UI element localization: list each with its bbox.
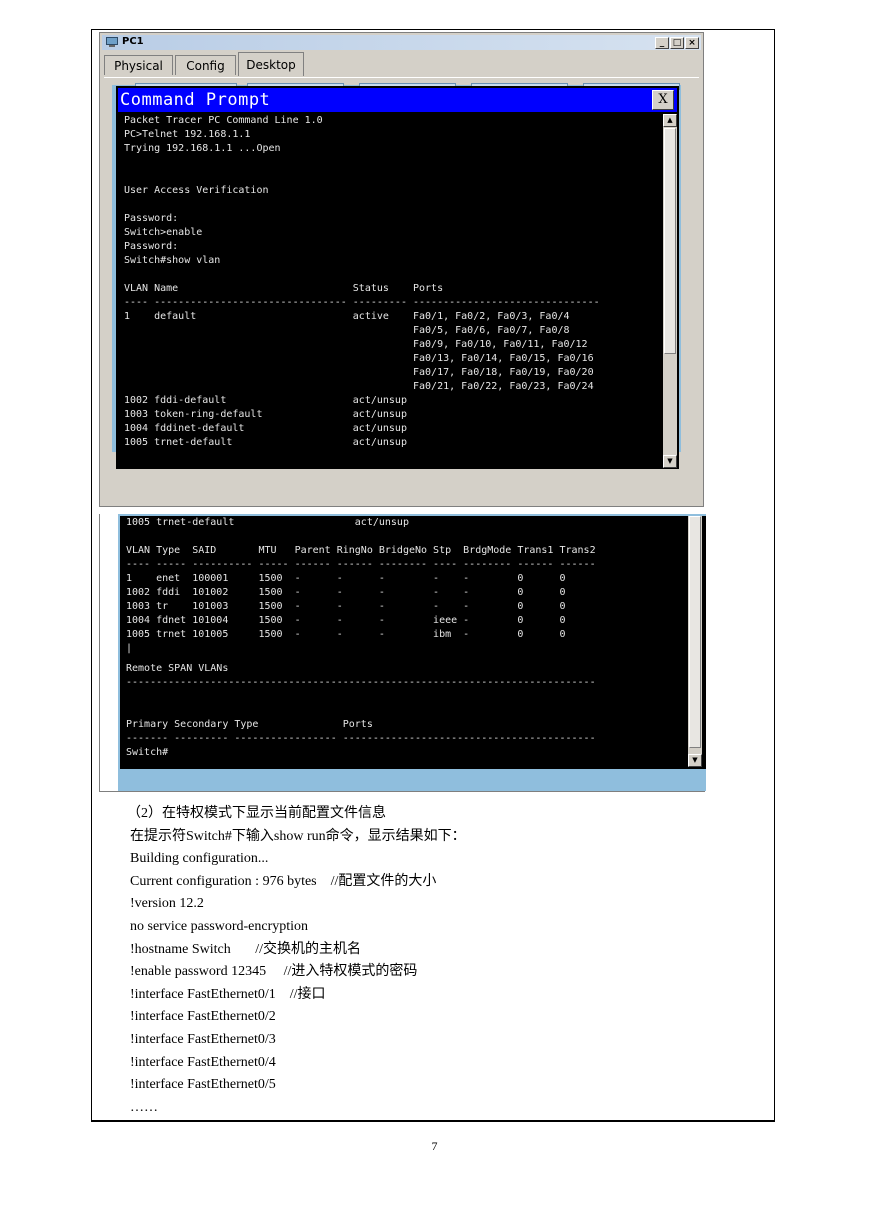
tab-physical[interactable]: Physical xyxy=(104,55,173,75)
document-line: Building configuration... xyxy=(130,851,269,867)
terminal-scrollbar[interactable]: ▲ ▼ xyxy=(663,114,677,468)
terminal-screenshot-2: 1005 trnet-default act/unsup VLAN Type S… xyxy=(99,514,706,792)
document-line: !enable password 12345 //进入特权模式的密码 xyxy=(130,964,418,980)
terminal-line: 1 default active Fa0/1, Fa0/2, Fa0/3, Fa… xyxy=(124,311,570,322)
scroll-thumb[interactable] xyxy=(689,516,701,748)
terminal-line: VLAN Name Status Ports xyxy=(124,283,444,294)
document-line: 在提示符Switch#下输入show run命令，显示结果如下： xyxy=(130,828,466,844)
terminal-output[interactable]: Packet Tracer PC Command Line 1.0 PC>Tel… xyxy=(124,114,600,450)
close-button[interactable]: × xyxy=(685,37,699,49)
scroll-thumb[interactable] xyxy=(664,128,676,354)
terminal-line: VLAN Type SAID MTU Parent RingNo BridgeN… xyxy=(126,545,596,556)
minimize-button[interactable]: _ xyxy=(655,37,669,49)
pc-icon xyxy=(106,37,118,47)
terminal-line: 1003 tr 101003 1500 - - - - - 0 0 xyxy=(126,601,566,612)
scroll-up-button[interactable]: ▲ xyxy=(663,114,677,127)
terminal-line: Packet Tracer PC Command Line 1.0 xyxy=(124,115,323,126)
command-prompt-title: Command Prompt xyxy=(120,90,271,110)
window-titlebar[interactable]: PC1 _ □ × xyxy=(102,35,701,50)
terminal-line: 1004 fddinet-default act/unsup xyxy=(124,423,407,434)
terminal-output[interactable]: Remote SPAN VLANs ----------------------… xyxy=(126,662,596,760)
command-prompt-titlebar[interactable]: Command Prompt X xyxy=(118,88,677,112)
terminal-line: Switch>enable xyxy=(124,227,203,238)
document-line: no service password-encryption xyxy=(130,919,309,934)
document-line: !interface FastEthernet0/3 xyxy=(130,1032,276,1047)
terminal-scrollbar[interactable]: ▼ xyxy=(688,516,702,767)
command-prompt-close-button[interactable]: X xyxy=(652,90,674,110)
terminal-line: 1003 token-ring-default act/unsup xyxy=(124,409,407,420)
terminal-line: 1005 trnet 101005 1500 - - - ibm - 0 0 xyxy=(126,629,566,640)
terminal-line: 1004 fdnet 101004 1500 - - - ieee - 0 0 xyxy=(126,615,566,626)
terminal-line: 1002 fddi 101002 1500 - - - - - 0 0 xyxy=(126,587,566,598)
terminal-line: ---- -------------------------------- --… xyxy=(124,297,600,308)
terminal-line: Fa0/9, Fa0/10, Fa0/11, Fa0/12 xyxy=(124,339,588,350)
tab-desktop[interactable]: Desktop xyxy=(238,52,304,76)
pc1-window: PC1 _ □ × Physical Config Desktop Comman… xyxy=(99,32,704,507)
terminal-line: User Access Verification xyxy=(124,185,269,196)
document-line: !version 12.2 xyxy=(130,896,204,912)
terminal-line: Password: xyxy=(124,241,179,252)
window-title: PC1 xyxy=(122,36,144,47)
document-line: !interface FastEthernet0/2 xyxy=(130,1009,276,1025)
terminal-line: ----------------------------------------… xyxy=(126,677,596,688)
scroll-down-button[interactable]: ▼ xyxy=(688,754,702,767)
document-line: !interface FastEthernet0/5 xyxy=(130,1077,276,1093)
document-line: !interface FastEthernet0/1 //接口 xyxy=(130,986,326,1002)
maximize-button[interactable]: □ xyxy=(670,37,684,49)
terminal-output[interactable]: 1005 trnet-default act/unsup VLAN Type S… xyxy=(126,516,596,656)
terminal-line: Fa0/13, Fa0/14, Fa0/15, Fa0/16 xyxy=(124,353,594,364)
terminal-line: 1 enet 100001 1500 - - - - - 0 0 xyxy=(126,573,566,584)
terminal-line: | xyxy=(126,643,133,654)
terminal-line: Remote SPAN VLANs xyxy=(126,663,229,674)
terminal-line: PC>Telnet 192.168.1.1 xyxy=(124,129,251,140)
document-line: !hostname Switch //交换机的主机名 xyxy=(130,941,361,957)
command-prompt-window[interactable]: 1005 trnet-default act/unsup VLAN Type S… xyxy=(120,516,706,769)
terminal-line: Fa0/21, Fa0/22, Fa0/23, Fa0/24 xyxy=(124,381,594,392)
terminal-line: ------- --------- ----------------- ----… xyxy=(126,733,596,744)
terminal-line: Switch# xyxy=(126,747,169,758)
terminal-line: Password: xyxy=(124,213,179,224)
document-line: …… xyxy=(130,1099,158,1115)
document-line: （2）在特权模式下显示当前配置文件信息 xyxy=(127,806,386,821)
terminal-line: Fa0/5, Fa0/6, Fa0/7, Fa0/8 xyxy=(124,325,570,336)
document-line: Current configuration : 976 bytes //配置文件… xyxy=(130,873,437,889)
terminal-line: Fa0/17, Fa0/18, Fa0/19, Fa0/20 xyxy=(124,367,594,378)
command-prompt-window[interactable]: Command Prompt X Packet Tracer PC Comman… xyxy=(116,86,679,469)
terminal-line: Primary Secondary Type Ports xyxy=(126,719,373,730)
page-number: 7 xyxy=(431,1139,438,1153)
document-line: !interface FastEthernet0/4 xyxy=(130,1054,276,1070)
terminal-line: Trying 192.168.1.1 ...Open xyxy=(124,143,281,154)
terminal-line: 1002 fddi-default act/unsup xyxy=(124,395,407,406)
terminal-line: ---- ----- ---------- ----- ------ -----… xyxy=(126,559,596,570)
terminal-line: 1005 trnet-default act/unsup xyxy=(124,437,407,448)
terminal-line: 1005 trnet-default act/unsup xyxy=(126,517,409,528)
tab-config[interactable]: Config xyxy=(175,55,236,75)
scroll-down-button[interactable]: ▼ xyxy=(663,455,677,468)
terminal-line: Switch#show vlan xyxy=(124,255,221,266)
